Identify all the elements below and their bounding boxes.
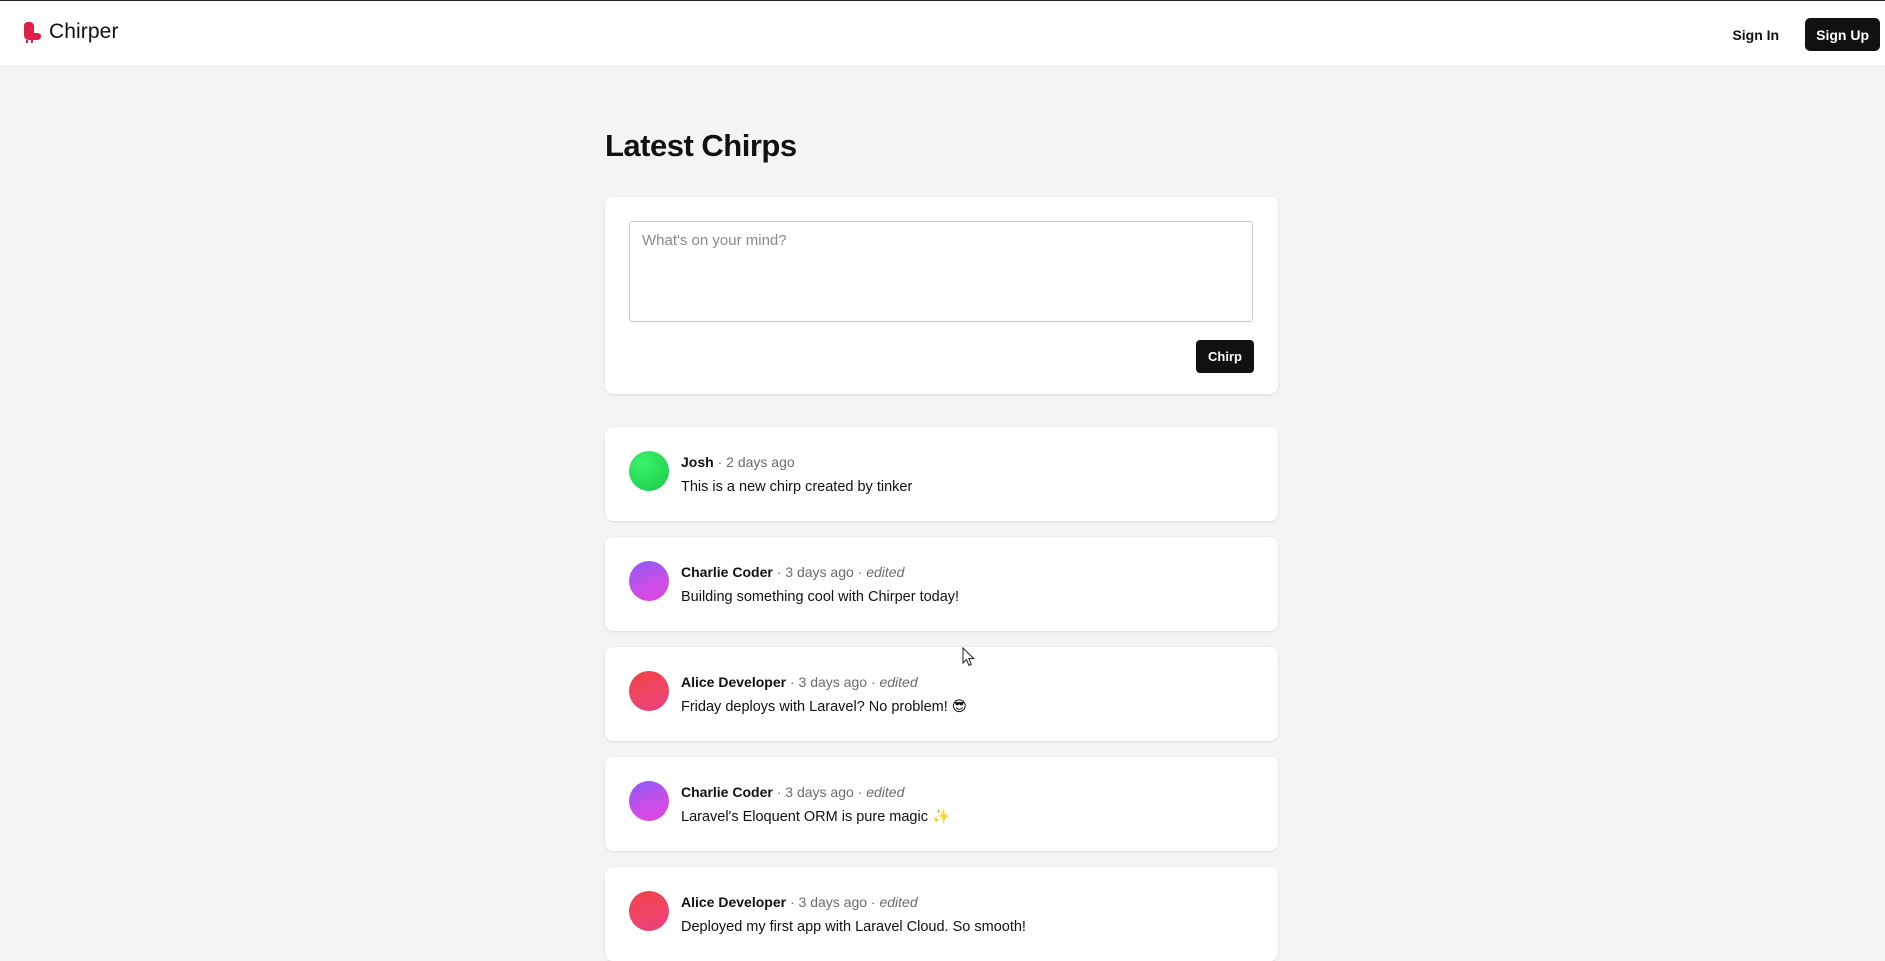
- top-navbar: Chirper Sign In Sign Up: [0, 1, 1885, 65]
- chirp-composer: Chirp: [605, 197, 1278, 394]
- edited-indicator: edited: [879, 894, 918, 910]
- chirp-author: Alice Developer: [681, 894, 787, 910]
- auth-actions: Sign In Sign Up: [1724, 18, 1880, 51]
- chirp-card: Charlie Coder · 3 days ago · edited Buil…: [605, 537, 1278, 631]
- chirp-timestamp: 3 days ago: [785, 564, 854, 580]
- chirp-timestamp: 3 days ago: [785, 784, 854, 800]
- meta-separator: ·: [772, 564, 786, 580]
- page-title: Latest Chirps: [605, 128, 797, 163]
- chirp-card: Josh · 2 days ago This is a new chirp cr…: [605, 427, 1278, 521]
- meta-separator: ·: [853, 564, 867, 580]
- chirp-author: Josh: [681, 454, 714, 470]
- meta-separator: ·: [867, 894, 880, 910]
- avatar: [629, 561, 669, 601]
- chirper-logo-icon: [24, 22, 41, 43]
- chirp-message: Deployed my first app with Laravel Cloud…: [681, 919, 1026, 935]
- sign-up-button[interactable]: Sign Up: [1805, 18, 1880, 51]
- meta-separator: ·: [786, 894, 799, 910]
- avatar: [629, 451, 669, 491]
- chirp-author: Alice Developer: [681, 674, 787, 690]
- chirp-message: This is a new chirp created by tinker: [681, 479, 913, 495]
- meta-separator: ·: [772, 784, 786, 800]
- chirp-card: Alice Developer · 3 days ago · edited De…: [605, 867, 1278, 961]
- chirp-message: Building something cool with Chirper tod…: [681, 589, 960, 605]
- chirp-author: Charlie Coder: [681, 564, 773, 580]
- chirp-message: Friday deploys with Laravel? No problem!…: [681, 699, 967, 715]
- chirp-meta: Josh · 2 days ago: [681, 453, 795, 471]
- mouse-pointer-icon: [962, 647, 976, 667]
- meta-separator: ·: [713, 454, 727, 470]
- avatar: [629, 671, 669, 711]
- chirp-meta: Charlie Coder · 3 days ago · edited: [681, 783, 904, 801]
- meta-separator: ·: [867, 674, 880, 690]
- chirp-meta: Alice Developer · 3 days ago · edited: [681, 893, 918, 911]
- chirp-meta: Charlie Coder · 3 days ago · edited: [681, 563, 904, 581]
- chirp-timestamp: 2 days ago: [726, 454, 795, 470]
- chirp-timestamp: 3 days ago: [798, 674, 868, 690]
- sign-in-link[interactable]: Sign In: [1724, 19, 1787, 51]
- chirp-author: Charlie Coder: [681, 784, 773, 800]
- chirp-timestamp: 3 days ago: [798, 894, 868, 910]
- chirp-meta: Alice Developer · 3 days ago · edited: [681, 673, 918, 691]
- edited-indicator: edited: [866, 564, 905, 580]
- avatar: [629, 891, 669, 931]
- meta-separator: ·: [786, 674, 799, 690]
- chirp-card: Charlie Coder · 3 days ago · edited Lara…: [605, 757, 1278, 851]
- chirp-message: Laravel's Eloquent ORM is pure magic ✨: [681, 809, 951, 825]
- chirp-card: Alice Developer · 3 days ago · edited Fr…: [605, 647, 1278, 741]
- chirp-message-input[interactable]: [629, 221, 1253, 322]
- brand-home-link[interactable]: Chirper: [23, 20, 119, 44]
- edited-indicator: edited: [866, 784, 905, 800]
- avatar: [629, 781, 669, 821]
- edited-indicator: edited: [879, 674, 918, 690]
- app-name: Chirper: [49, 20, 119, 43]
- chirp-submit-button[interactable]: Chirp: [1196, 340, 1254, 373]
- meta-separator: ·: [853, 784, 867, 800]
